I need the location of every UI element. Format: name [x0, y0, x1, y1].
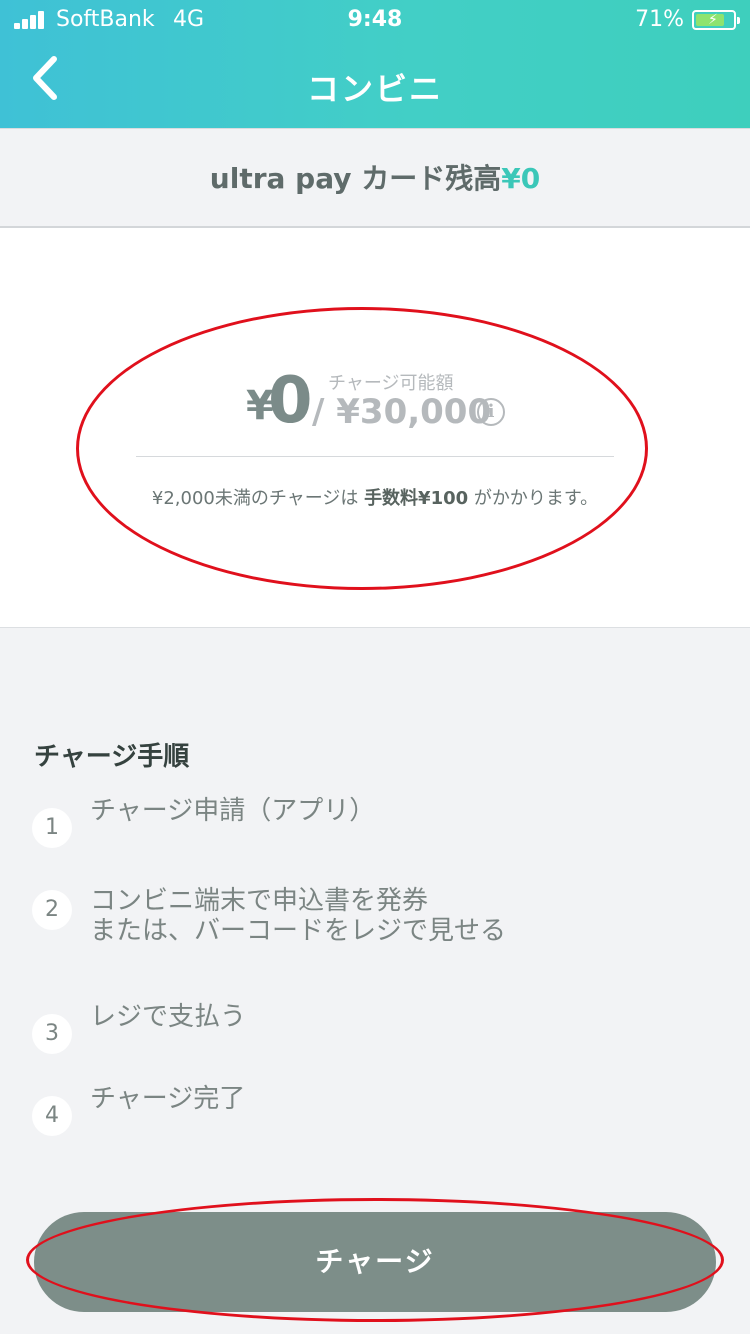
balance-label: ultra pay カード残高: [209, 162, 502, 195]
card-balance-bar: ultra pay カード残高¥0: [0, 128, 750, 228]
page-title: コンビニ: [306, 70, 443, 108]
battery-icon: ⚡: [692, 10, 740, 30]
step-text: コンビニ端末で申込書を発券 または、バーコードをレジで見せる: [90, 886, 507, 946]
annotation-circle: [76, 307, 648, 590]
steps-title: チャージ手順: [34, 742, 190, 772]
step-number: 4: [32, 1096, 72, 1136]
app-header: SoftBank 4G 9:48 71% ⚡ コンビニ: [0, 0, 750, 128]
balance-amount: ¥0: [501, 162, 541, 195]
step-number: 1: [32, 808, 72, 848]
annotation-circle: [26, 1198, 724, 1322]
step-text: チャージ完了: [90, 1084, 246, 1114]
battery-percent: 71%: [635, 7, 684, 32]
step-text: チャージ申請（アプリ）: [90, 796, 376, 826]
step-number: 2: [32, 890, 72, 930]
step-number: 3: [32, 1014, 72, 1054]
step-text: レジで支払う: [90, 1002, 247, 1032]
status-bar: SoftBank 4G 9:48 71% ⚡: [0, 0, 750, 40]
